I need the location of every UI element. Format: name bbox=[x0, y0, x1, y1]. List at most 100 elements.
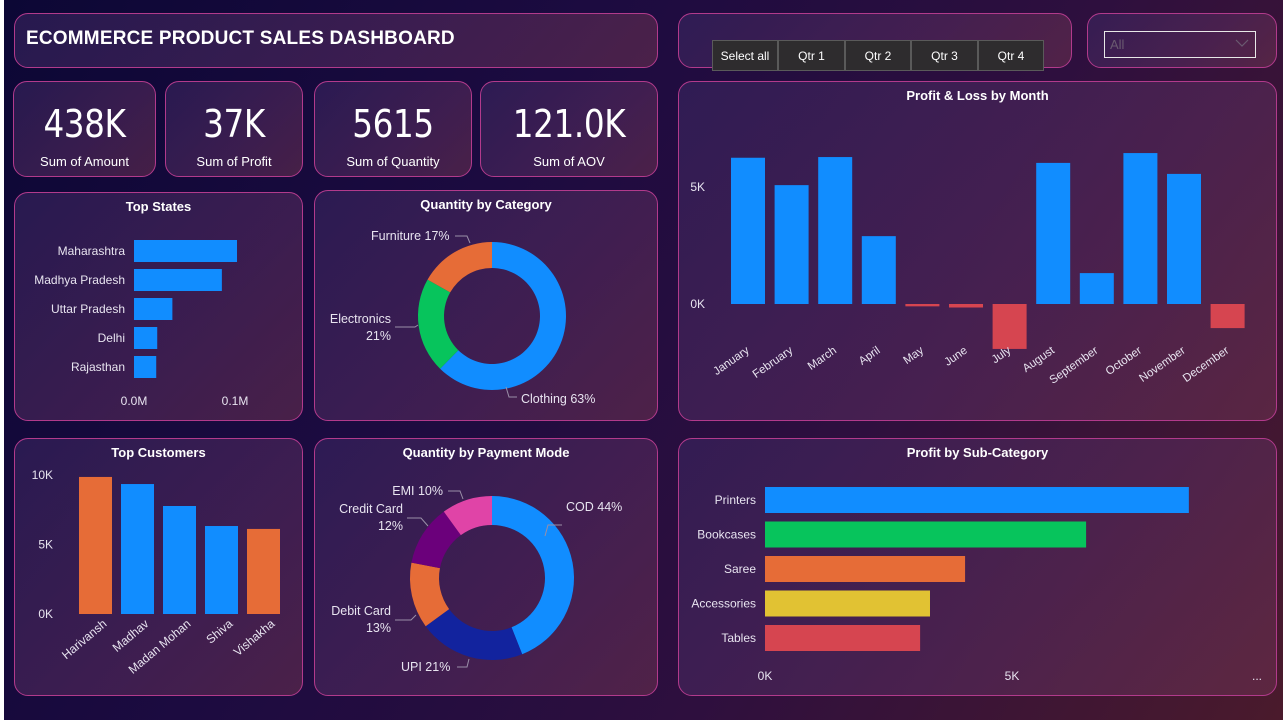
profit-loss-by-month-chart: Profit & Loss by Month 0K 5K January Februa… bbox=[678, 81, 1277, 421]
kpi-card-quantity: 5615 Sum of Quantity bbox=[314, 81, 472, 177]
kpi-value: 5615 bbox=[352, 102, 434, 146]
quantity-by-payment-mode-chart: Quantity by Payment Mode COD 44% UPI 21% D… bbox=[314, 438, 658, 696]
slice-upi bbox=[425, 609, 523, 660]
slice-label: COD 44% bbox=[566, 500, 622, 514]
bar-delhi bbox=[134, 327, 158, 349]
chevron-down-icon bbox=[1235, 36, 1249, 53]
y-tick-label: 10K bbox=[32, 468, 53, 482]
qtr-2-button[interactable]: Qtr 2 bbox=[845, 40, 911, 71]
bar-november bbox=[1167, 173, 1201, 304]
bar-october bbox=[1123, 153, 1158, 304]
leader-line bbox=[407, 517, 429, 527]
category-label: Tables bbox=[721, 631, 756, 645]
qtr-3-button[interactable]: Qtr 3 bbox=[911, 40, 978, 71]
dashboard-canvas: ECOMMERCE PRODUCT SALES DASHBOARD Select… bbox=[4, 0, 1283, 720]
bar-february bbox=[774, 185, 809, 304]
month-label: April bbox=[857, 345, 883, 368]
bar-madhav bbox=[121, 484, 154, 614]
slice-label: 12% bbox=[378, 519, 403, 533]
bar-rajasthan bbox=[134, 356, 157, 378]
leader-line bbox=[448, 490, 464, 500]
dashboard-title: ECOMMERCE PRODUCT SALES DASHBOARD bbox=[26, 28, 455, 49]
kpi-value: 37K bbox=[203, 102, 265, 146]
month-label: May bbox=[901, 344, 926, 366]
x-tick-label: 5K bbox=[1005, 669, 1020, 683]
bar-saree bbox=[765, 556, 966, 582]
leader-line bbox=[395, 614, 417, 621]
y-tick-label: 5K bbox=[38, 538, 53, 552]
kpi-card-aov: 121.0K Sum of AOV bbox=[480, 81, 658, 177]
category-label: Bookcases bbox=[697, 528, 756, 542]
more-options-icon: ... bbox=[1252, 669, 1262, 683]
slice-label: EMI 10% bbox=[392, 484, 443, 498]
category-label: Madhya Pradesh bbox=[34, 273, 125, 287]
top-states-svg: Maharashtra Madhya Pradesh Uttar Pradesh De… bbox=[34, 240, 249, 408]
bar-madhya-pradesh bbox=[134, 269, 222, 291]
month-label: February bbox=[751, 344, 796, 380]
category-label: Accessories bbox=[691, 597, 756, 611]
kpi-label: Sum of Quantity bbox=[346, 154, 440, 169]
month-label: September bbox=[1048, 345, 1101, 387]
qtr-4-button[interactable]: Qtr 4 bbox=[978, 40, 1044, 71]
x-tick-label: 0.1M bbox=[222, 394, 249, 408]
leader-line bbox=[455, 235, 471, 244]
bar-january bbox=[731, 157, 765, 304]
slice-label: Clothing 63% bbox=[521, 392, 595, 406]
bar-september bbox=[1079, 273, 1114, 304]
month-label: March bbox=[806, 345, 839, 373]
month-bar-svg: 0K5KJanuary February March April May June July… bbox=[690, 153, 1245, 387]
bar-december bbox=[1210, 304, 1245, 329]
bar-may bbox=[905, 304, 940, 307]
bar-printers bbox=[765, 487, 1189, 513]
bar-june bbox=[949, 304, 983, 308]
slice-furniture bbox=[427, 242, 492, 293]
top-customers-chart: Top Customers 0K 5K 10K Harivansh Madhav Mada… bbox=[14, 438, 303, 696]
subcategory-bar-svg: Printers Bookcases Saree Accessories Tables 0… bbox=[691, 487, 1262, 683]
title-card: ECOMMERCE PRODUCT SALES DASHBOARD bbox=[14, 13, 658, 68]
category-label: Rajasthan bbox=[71, 360, 125, 374]
month-label: December bbox=[1181, 345, 1231, 385]
bar-april bbox=[861, 236, 896, 304]
profit-by-subcategory-chart: Profit by Sub-Category Printers Bookcases… bbox=[678, 438, 1277, 696]
y-tick-label: 5K bbox=[690, 180, 705, 194]
customer-label: Harivansh bbox=[59, 617, 109, 662]
quantity-by-category-chart: Quantity by Category Clothing 63% Electro… bbox=[314, 190, 658, 421]
category-label: Printers bbox=[715, 493, 756, 507]
category-label: Uttar Pradesh bbox=[51, 302, 125, 316]
slice-label: 21% bbox=[366, 329, 391, 343]
bar-bookcases bbox=[765, 521, 1087, 548]
payment-donut-svg: COD 44% UPI 21% Debit Card 13% Credit Card 12… bbox=[331, 484, 622, 674]
kpi-label: Sum of Profit bbox=[196, 154, 272, 169]
category-label: Maharashtra bbox=[58, 244, 126, 258]
bar-vishakha bbox=[247, 528, 280, 614]
slice-electronics bbox=[418, 279, 459, 369]
filter-slicer: All bbox=[1087, 13, 1277, 68]
category-donut-svg: Clothing 63% Electronics 21% Furniture 17% bbox=[330, 229, 596, 406]
month-label: June bbox=[942, 345, 969, 369]
bar-august bbox=[1036, 162, 1071, 304]
kpi-value: 121.0K bbox=[512, 102, 626, 146]
qtr-1-button[interactable]: Qtr 1 bbox=[778, 40, 845, 71]
kpi-card-profit: 37K Sum of Profit bbox=[165, 81, 303, 177]
month-label: October bbox=[1104, 345, 1145, 378]
filter-dropdown[interactable]: All bbox=[1104, 31, 1256, 58]
x-tick-label: 0.0M bbox=[121, 394, 148, 408]
dropdown-value: All bbox=[1110, 37, 1125, 52]
y-tick-label: 0K bbox=[690, 297, 705, 311]
customers-bar-svg: 0K5K10KHarivansh MadhavMadan Mohan ShivaVi… bbox=[32, 468, 280, 677]
kpi-card-amount: 438K Sum of Amount bbox=[13, 81, 156, 177]
y-tick-label: 0K bbox=[38, 607, 53, 621]
kpi-label: Sum of Amount bbox=[40, 154, 129, 169]
x-tick-label: 0K bbox=[758, 669, 773, 683]
slice-label: UPI 21% bbox=[401, 660, 450, 674]
bar-maharashtra bbox=[134, 240, 238, 262]
bar-july bbox=[992, 304, 1027, 349]
customer-label: Vishakha bbox=[231, 616, 278, 659]
top-states-chart: Top States Maharashtra Madhya Pradesh Utta… bbox=[14, 192, 303, 421]
leader-line bbox=[505, 386, 517, 398]
kpi-value: 438K bbox=[43, 102, 126, 146]
select-all-button[interactable]: Select all bbox=[712, 40, 778, 71]
slice-label: Debit Card bbox=[331, 604, 391, 618]
bar-harivansh bbox=[79, 476, 112, 614]
kpi-label: Sum of AOV bbox=[533, 154, 605, 169]
